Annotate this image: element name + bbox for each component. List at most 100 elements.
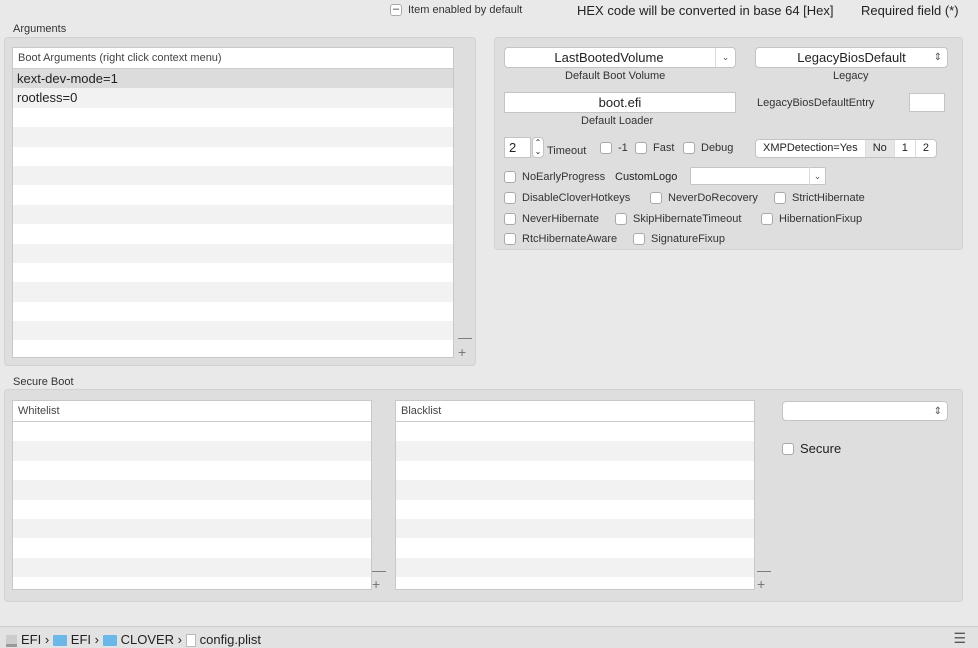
table-row[interactable] (13, 263, 453, 282)
secure-boot-policy-select[interactable]: ⇕ (782, 401, 948, 421)
legacy-entry-input[interactable] (909, 93, 945, 112)
table-row[interactable] (13, 321, 453, 341)
checkbox-label: StrictHibernate (792, 192, 865, 204)
table-row[interactable] (13, 127, 453, 147)
legacy-value: LegacyBiosDefault (797, 50, 906, 65)
stricthibernate-checkbox[interactable]: StrictHibernate (774, 192, 865, 204)
custom-logo-select[interactable]: ⌄ (690, 167, 826, 186)
table-row[interactable] (396, 500, 754, 519)
table-row[interactable] (13, 224, 453, 243)
disablecloverhotkeys-checkbox[interactable]: DisableCloverHotkeys (504, 192, 630, 204)
neverhibernate-checkbox[interactable]: NeverHibernate (504, 213, 599, 225)
path-item-config[interactable]: config.plist (185, 632, 262, 648)
xmp-2-segment[interactable]: 2 (914, 140, 936, 157)
remove-argument-button[interactable]: — (458, 330, 472, 344)
table-row[interactable] (13, 557, 371, 578)
blacklist-rows (396, 422, 754, 589)
timeout-input[interactable]: 2 (504, 137, 531, 158)
signaturefixup-checkbox[interactable]: SignatureFixup (633, 233, 725, 245)
table-row[interactable] (13, 441, 371, 461)
path-item-efi-volume[interactable]: EFI (6, 632, 41, 647)
table-row[interactable]: rootless=0 (13, 88, 453, 108)
xmp-yes-segment[interactable]: XMPDetection=Yes (756, 140, 865, 157)
path-label: CLOVER (120, 632, 175, 647)
table-row[interactable]: kext-dev-mode=1 (13, 69, 453, 89)
table-row[interactable] (13, 518, 371, 539)
table-row[interactable] (396, 518, 754, 539)
rtchibernateaware-checkbox[interactable]: RtcHibernateAware (504, 233, 617, 245)
table-row[interactable] (13, 243, 453, 263)
default-boot-volume-label: Default Boot Volume (565, 70, 666, 82)
table-row[interactable] (13, 302, 453, 321)
table-row[interactable] (13, 204, 453, 225)
legacy-select[interactable]: LegacyBiosDefault ⇕ (755, 47, 948, 68)
blacklist-table[interactable]: Blacklist (395, 400, 755, 590)
table-row[interactable] (13, 340, 453, 357)
whitelist-remove-button[interactable]: — (372, 563, 386, 577)
updown-chevron-icon: ⇕ (933, 52, 942, 63)
whitelist-rows (13, 422, 371, 589)
timeout-stepper[interactable]: ⌃ ⌄ (532, 137, 544, 158)
xmp-no-segment[interactable]: No (864, 140, 894, 157)
fast-checkbox[interactable]: Fast (635, 142, 674, 154)
neverdorecovery-checkbox[interactable]: NeverDoRecovery (650, 192, 758, 204)
table-row[interactable] (13, 480, 371, 500)
chevron-down-icon: ⌄ (809, 167, 825, 186)
chevron-down-icon: ⌄ (715, 48, 735, 67)
path-label: config.plist (199, 632, 262, 647)
skiphibernatetimeout-checkbox[interactable]: SkipHibernateTimeout (615, 213, 741, 225)
xmp-detection-segmented[interactable]: XMPDetection=Yes No 1 2 (755, 139, 937, 158)
whitelist-header[interactable]: Whitelist (13, 401, 371, 422)
default-loader-input[interactable]: boot.efi (504, 92, 736, 113)
menu-icon[interactable]: ☰ (953, 630, 966, 647)
table-row[interactable] (13, 185, 453, 204)
table-row[interactable] (13, 165, 453, 186)
table-row[interactable] (396, 480, 754, 500)
table-row[interactable] (396, 461, 754, 480)
table-row[interactable] (396, 538, 754, 557)
table-row[interactable] (13, 108, 453, 127)
checkbox-label: RtcHibernateAware (522, 233, 618, 245)
table-row[interactable] (13, 577, 371, 589)
fast-label: Fast (653, 142, 675, 154)
table-row[interactable] (13, 147, 453, 166)
checkbox-label: NeverHibernate (522, 213, 600, 225)
table-header[interactable]: Boot Arguments (right click context menu… (13, 48, 453, 69)
checkbox-label: SkipHibernateTimeout (633, 213, 742, 225)
minus1-label: -1 (618, 142, 628, 154)
checkbox-label: DisableCloverHotkeys (522, 192, 631, 204)
hibernationfixup-checkbox[interactable]: HibernationFixup (761, 213, 862, 225)
secure-checkbox[interactable]: Secure (782, 441, 841, 456)
table-row[interactable] (13, 282, 453, 302)
path-item-efi-folder[interactable]: EFI (52, 632, 92, 647)
whitelist-add-button[interactable]: + (372, 577, 380, 591)
table-row[interactable] (396, 557, 754, 578)
xmp-1-segment[interactable]: 1 (893, 140, 915, 157)
blacklist-header[interactable]: Blacklist (396, 401, 754, 422)
blacklist-add-button[interactable]: + (757, 577, 765, 591)
whitelist-table[interactable]: Whitelist (12, 400, 372, 590)
legacy-entry-label: LegacyBiosDefaultEntry (757, 97, 875, 109)
table-row[interactable] (13, 538, 371, 557)
checkbox-label: HibernationFixup (779, 213, 863, 225)
blacklist-remove-button[interactable]: — (757, 563, 771, 577)
boot-arguments-table[interactable]: Boot Arguments (right click context menu… (12, 47, 454, 358)
debug-checkbox[interactable]: Debug (683, 142, 733, 154)
item-enabled-checkbox[interactable]: – Item enabled by default (390, 4, 522, 16)
table-row[interactable] (13, 422, 371, 441)
path-item-clover[interactable]: CLOVER (102, 632, 175, 647)
table-row[interactable] (13, 500, 371, 519)
item-enabled-label: Item enabled by default (408, 4, 523, 16)
minus1-checkbox[interactable]: -1 (600, 142, 628, 154)
table-row[interactable] (396, 577, 754, 589)
noearlyprogress-checkbox[interactable]: NoEarlyProgress (504, 171, 605, 183)
table-row[interactable] (396, 422, 754, 441)
debug-label: Debug (701, 142, 734, 154)
hex-note: HEX code will be converted in base 64 [H… (577, 3, 834, 18)
table-row[interactable] (396, 441, 754, 461)
default-boot-volume-select[interactable]: LastBootedVolume ⌄ (504, 47, 736, 68)
add-argument-button[interactable]: + (458, 345, 466, 359)
table-row[interactable] (13, 461, 371, 480)
path-label: EFI (70, 632, 92, 647)
updown-chevron-icon: ⇕ (933, 406, 942, 417)
